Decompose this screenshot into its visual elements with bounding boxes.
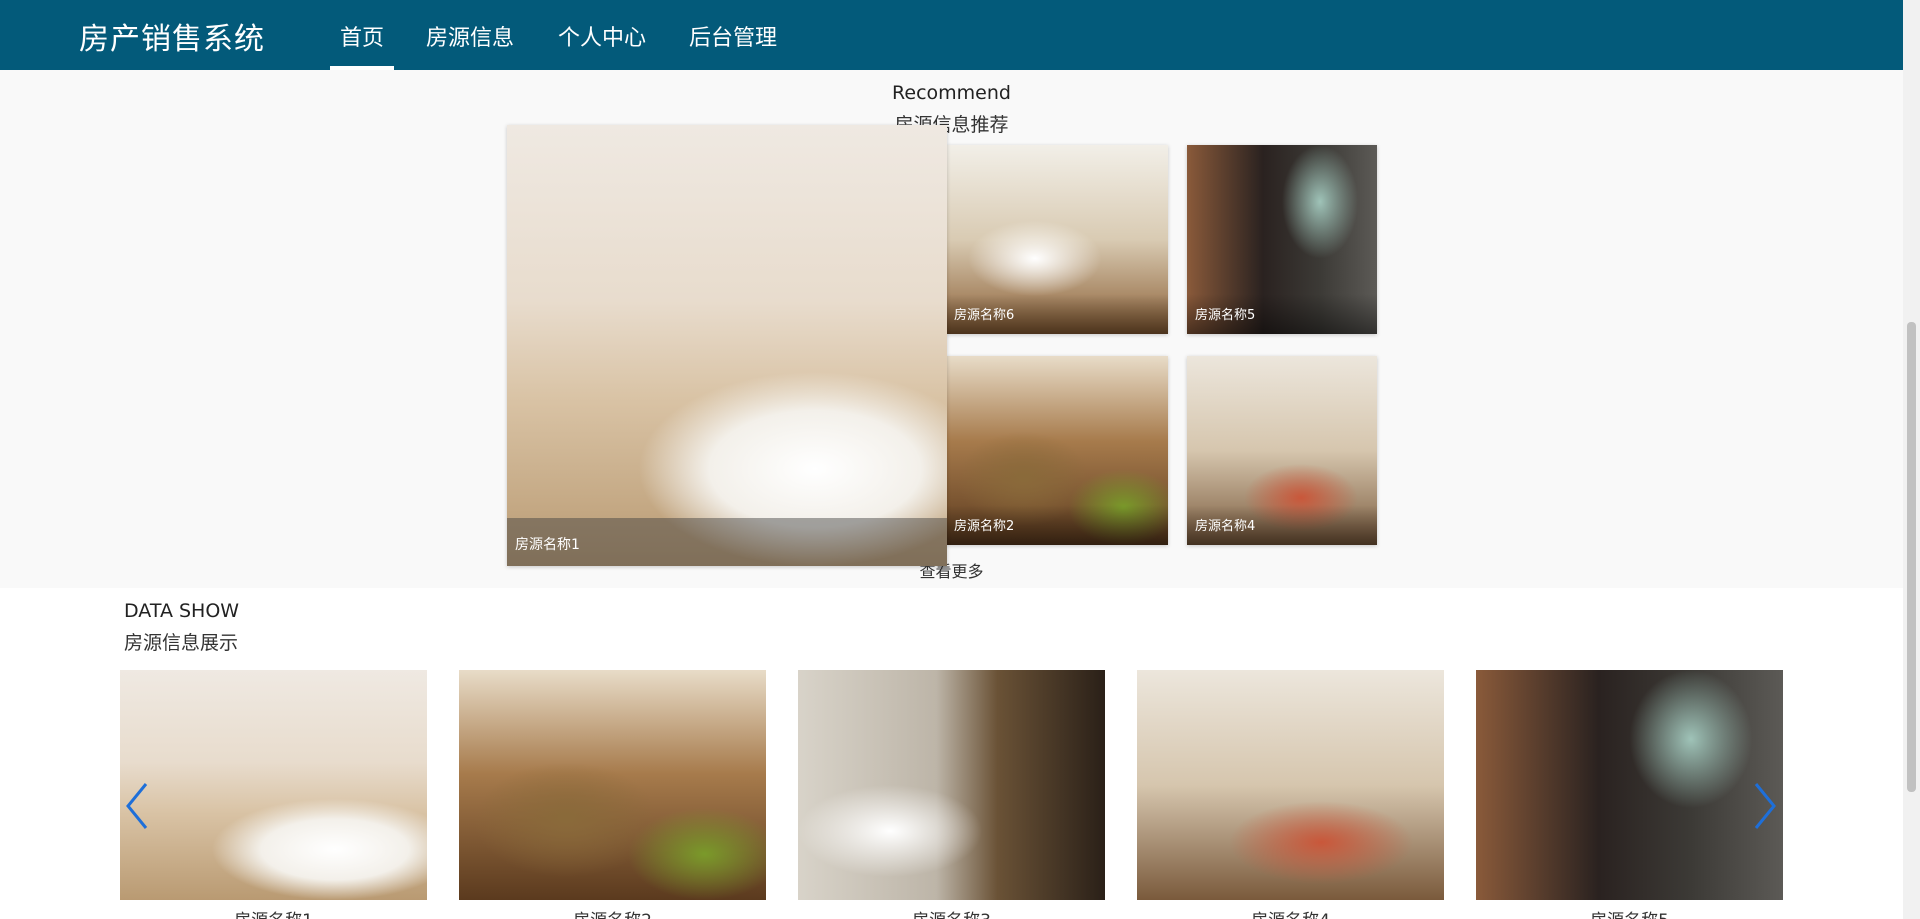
carousel-slide-1[interactable]	[120, 670, 427, 900]
house-photo	[120, 670, 427, 900]
slide-caption: 房源名称2	[459, 906, 766, 919]
recommend-card-5[interactable]: 房源名称5	[1187, 145, 1377, 334]
recommend-section: Recommend 房源信息推荐 房源名称6 房源名称5 房源名称2 房源名称4…	[0, 70, 1903, 588]
datashow-title-en: DATA SHOW	[124, 600, 240, 622]
slide-caption: 房源名称3	[798, 906, 1105, 919]
card-caption: 房源名称1	[507, 518, 947, 566]
page: 房产销售系统 首页 房源信息 个人中心 后台管理 Recommend 房源信息推…	[0, 0, 1920, 919]
top-navbar: 房产销售系统 首页 房源信息 个人中心 后台管理	[0, 0, 1903, 70]
recommend-title-en: Recommend	[892, 82, 1011, 104]
brand-title: 房产销售系统	[79, 22, 265, 57]
recommend-card-6[interactable]: 房源名称6	[946, 145, 1168, 334]
scrollbar-thumb[interactable]	[1907, 322, 1916, 792]
card-caption: 房源名称4	[1187, 505, 1377, 545]
nav-admin[interactable]: 后台管理	[689, 20, 777, 52]
datashow-title-cn: 房源信息展示	[124, 632, 239, 654]
house-photo	[459, 670, 766, 900]
chevron-left-icon[interactable]	[122, 778, 152, 834]
slide-caption: 房源名称1	[120, 906, 427, 919]
carousel-slide-5[interactable]	[1476, 670, 1783, 900]
carousel-slide-4[interactable]	[1137, 670, 1444, 900]
card-caption: 房源名称2	[946, 505, 1168, 545]
recommend-card-4[interactable]: 房源名称4	[1187, 356, 1377, 545]
card-caption: 房源名称5	[1187, 294, 1377, 334]
recommend-card-1-enlarged[interactable]: 房源名称1	[507, 125, 947, 566]
view-more-link[interactable]: 查看更多	[0, 558, 1903, 582]
recommend-card-2[interactable]: 房源名称2	[946, 356, 1168, 545]
nav-home[interactable]: 首页	[340, 20, 384, 52]
carousel-slide-3[interactable]	[798, 670, 1105, 900]
chevron-right-icon[interactable]	[1750, 778, 1780, 834]
page-scrollbar[interactable]	[1903, 0, 1920, 919]
house-photo	[798, 670, 1105, 900]
carousel-slide-2[interactable]	[459, 670, 766, 900]
house-photo	[1137, 670, 1444, 900]
nav-house-info[interactable]: 房源信息	[426, 20, 514, 52]
slide-caption: 房源名称4	[1137, 906, 1444, 919]
card-caption: 房源名称6	[946, 294, 1168, 334]
datashow-section: DATA SHOW 房源信息展示 房源名称1 房源名称2 房源名称3 房源名称4…	[0, 588, 1903, 919]
recommend-title-cn: 房源信息推荐	[894, 114, 1009, 136]
nav-personal-center[interactable]: 个人中心	[558, 20, 646, 52]
house-photo	[1476, 670, 1783, 900]
slide-caption: 房源名称5	[1476, 906, 1783, 919]
house-photo	[507, 125, 947, 566]
